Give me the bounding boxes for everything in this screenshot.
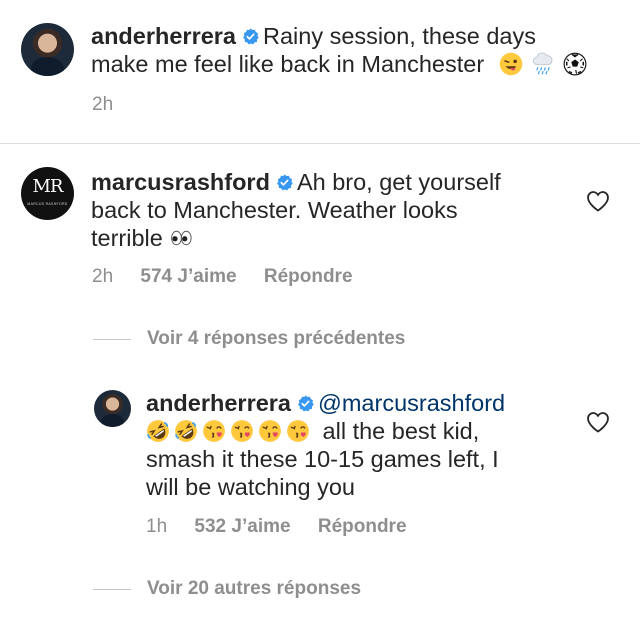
reply-line-3: will be watching you xyxy=(146,474,355,500)
comment-line-1: Ah bro, get yourself xyxy=(296,169,501,195)
likes-count-button[interactable]: 574 J’aime xyxy=(140,266,236,287)
kissing-heart-emoji-icon xyxy=(258,419,282,443)
rofl-emoji-icon xyxy=(174,419,198,443)
heart-icon[interactable] xyxy=(586,411,610,433)
post-caption: anderherrera Rainy session, these days ma… xyxy=(91,22,611,78)
view-previous-replies-button[interactable]: Voir 4 réponses précédentes xyxy=(147,328,405,350)
kissing-heart-emoji-icon xyxy=(230,419,254,443)
reply-meta: 1h 532 J’aime Répondre xyxy=(146,516,429,538)
comment-line-2: back to Manchester. Weather looks xyxy=(91,197,458,223)
reply-line-1-text: all the best kid, xyxy=(322,418,480,444)
reply-timestamp: 1h xyxy=(146,516,168,537)
username-link[interactable]: anderherrera xyxy=(146,390,291,416)
post-timestamp: 2h xyxy=(92,94,114,115)
soccer-ball-emoji-icon xyxy=(563,52,587,76)
winking-tongue-emoji-icon xyxy=(499,52,523,76)
comment-meta: 2h 574 J’aime Répondre xyxy=(92,266,375,288)
avatar[interactable] xyxy=(21,23,74,76)
rofl-emoji-icon xyxy=(146,419,170,443)
reply-button[interactable]: Répondre xyxy=(318,516,407,537)
username-link[interactable]: marcusrashford xyxy=(91,169,270,195)
reply-button[interactable]: Répondre xyxy=(264,266,353,287)
avatar[interactable]: MR MARCUS RASHFORD xyxy=(21,167,74,220)
verified-badge-icon xyxy=(276,174,293,191)
mention-link[interactable]: @marcusrashford xyxy=(318,390,505,416)
verified-badge-icon xyxy=(242,28,259,45)
thread-line xyxy=(93,589,131,590)
username-link[interactable]: anderherrera xyxy=(91,23,236,49)
heart-icon[interactable] xyxy=(586,190,610,212)
verified-badge-icon xyxy=(297,395,314,412)
divider xyxy=(0,143,640,144)
avatar-subtext: MARCUS RASHFORD xyxy=(27,202,68,207)
cloud-rain-emoji-icon xyxy=(531,52,555,76)
caption-line-1: Rainy session, these days xyxy=(263,23,537,49)
view-more-replies-button[interactable]: Voir 20 autres réponses xyxy=(147,578,361,600)
comment-timestamp: 2h xyxy=(92,266,114,287)
kissing-heart-emoji-icon xyxy=(286,419,310,443)
avatar-monogram: MR xyxy=(32,175,64,197)
reply-body: anderherrera @marcusrashford all the best… xyxy=(146,389,576,501)
comment-line-3: terrible xyxy=(91,225,163,251)
caption-line-2: make me feel like back in Manchester xyxy=(91,51,485,77)
avatar[interactable] xyxy=(94,390,131,427)
thread-line xyxy=(93,339,131,340)
reply-line-2: smash it these 10-15 games left, I xyxy=(146,446,499,472)
eyes-emoji-icon xyxy=(169,226,193,250)
comment-body: marcusrashford Ah bro, get yourself back … xyxy=(91,168,571,252)
likes-count-button[interactable]: 532 J’aime xyxy=(194,516,290,537)
kissing-heart-emoji-icon xyxy=(202,419,226,443)
